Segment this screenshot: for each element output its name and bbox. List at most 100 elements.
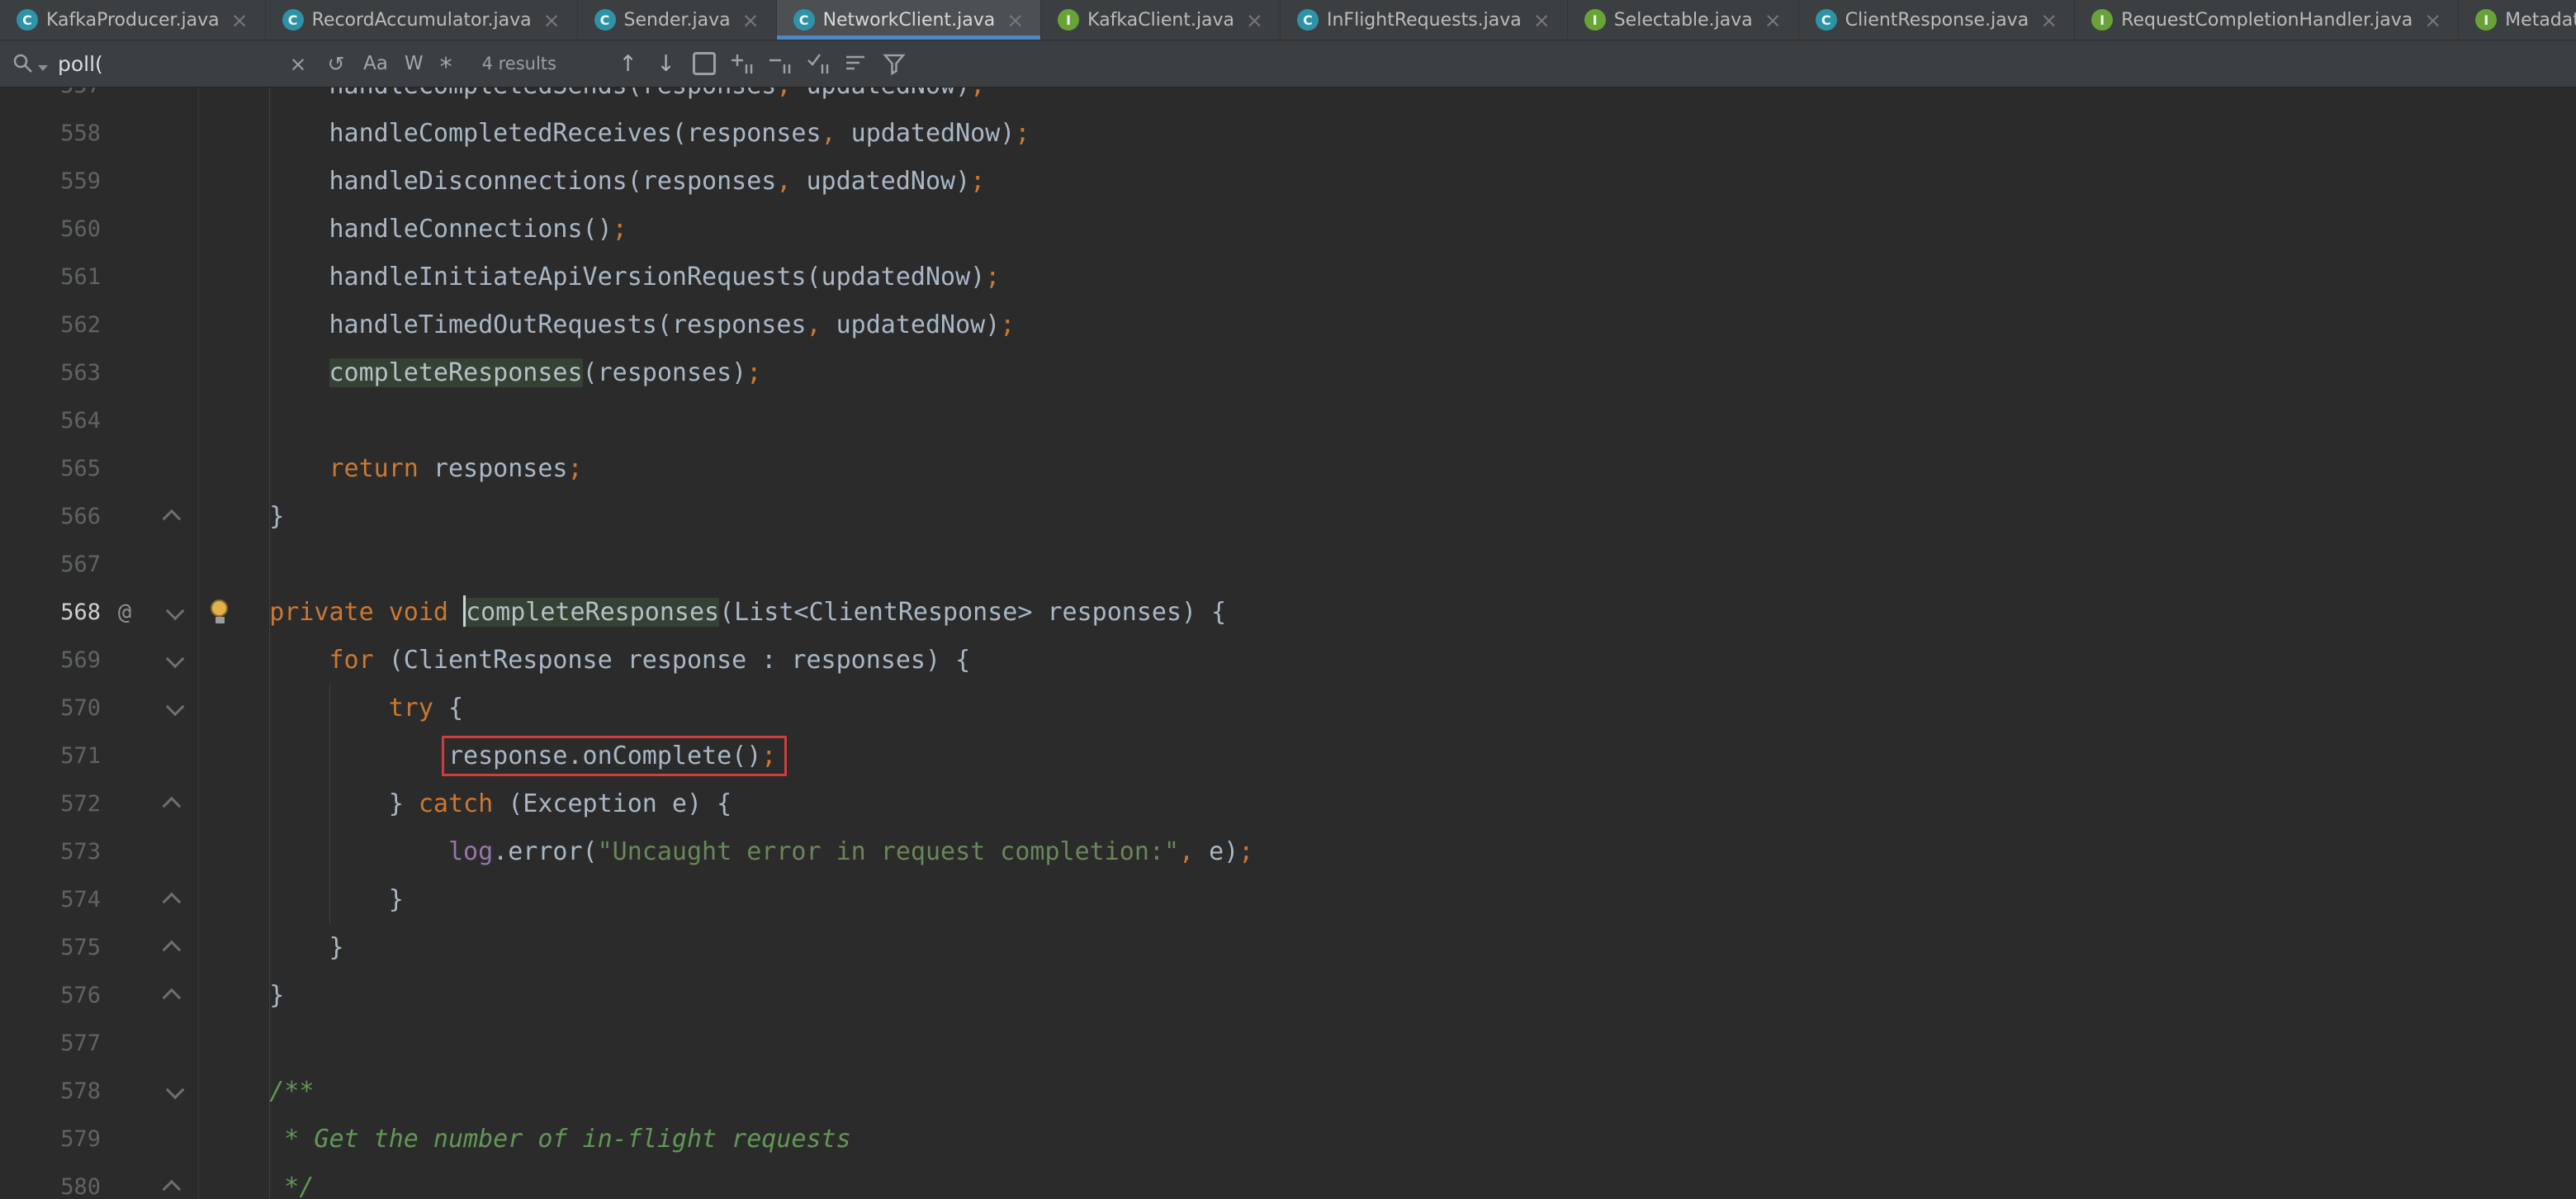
code-line-561[interactable]: 561 handleInitiateApiVersionRequests(upd… [0,254,2576,301]
search-history-icon[interactable]: ↺ [317,45,355,83]
fold-up-icon[interactable] [149,493,198,541]
clear-search-icon[interactable]: × [279,45,317,83]
toggle-occurrences-icon[interactable] [799,45,837,83]
intention-bulb-icon[interactable] [208,599,231,627]
fold-up-icon[interactable] [149,876,198,924]
line-number[interactable]: 559 [0,158,101,206]
code-token: } [210,502,284,531]
line-number[interactable]: 578 [0,1068,101,1116]
line-number[interactable]: 568 [0,589,101,637]
line-number[interactable]: 573 [0,828,101,876]
code-line-563[interactable]: 563 completeResponses(responses); [0,349,2576,397]
code-editor[interactable]: 557 handleCompletedSends(responses, upda… [0,88,2576,1199]
line-number[interactable]: 575 [0,924,101,972]
line-number[interactable]: 565 [0,445,101,493]
code-line-577[interactable]: 577 [0,1020,2576,1068]
fold-down-icon[interactable] [149,685,198,732]
close-tab-icon[interactable]: × [2424,10,2441,31]
line-number[interactable]: 571 [0,732,101,780]
code-line-565[interactable]: 565 return responses; [0,445,2576,493]
close-tab-icon[interactable]: × [1006,10,1024,31]
line-number[interactable]: 562 [0,301,101,349]
code-token [210,454,329,483]
close-tab-icon[interactable]: × [1764,10,1782,31]
line-number[interactable]: 580 [0,1163,101,1199]
tab-MetadataUpdater.java[interactable]: IMetadataUpdater.java× [2459,0,2576,40]
annotation-gutter-icon[interactable]: @ [101,589,149,637]
search-icon[interactable] [12,52,48,75]
next-occurrence-icon[interactable]: ↓ [647,45,685,83]
line-number[interactable]: 572 [0,780,101,828]
fold-up-icon[interactable] [149,972,198,1020]
line-number[interactable]: 566 [0,493,101,541]
close-tab-icon[interactable]: × [1533,10,1551,31]
regex-toggle[interactable]: * [432,46,461,82]
code-line-567[interactable]: 567 [0,541,2576,589]
code-line-560[interactable]: 560 handleConnections(); [0,206,2576,254]
line-number[interactable]: 569 [0,637,101,685]
code-line-574[interactable]: 574 } [0,876,2576,924]
search-display-options-icon[interactable] [837,45,875,83]
add-occurrence-icon[interactable] [723,45,761,83]
code-line-572[interactable]: 572 } catch (Exception e) { [0,780,2576,828]
code-line-569[interactable]: 569 for (ClientResponse response : respo… [0,637,2576,685]
code-line-557[interactable]: 557 handleCompletedSends(responses, upda… [0,88,2576,110]
search-field[interactable]: poll( × [12,45,317,83]
code-line-559[interactable]: 559 handleDisconnections(responses, upda… [0,158,2576,206]
tab-KafkaClient.java[interactable]: IKafkaClient.java× [1041,0,1281,40]
tab-Sender.java[interactable]: CSender.java× [578,0,777,40]
code-line-568[interactable]: 568@ private void completeResponses(List… [0,589,2576,637]
code-token: handleTimedOutRequests(responses [210,310,806,339]
remove-occurrence-icon[interactable] [761,45,799,83]
line-number[interactable]: 577 [0,1020,101,1068]
search-input[interactable]: poll( [48,52,279,76]
line-number[interactable]: 567 [0,541,101,589]
tab-InFlightRequests.java[interactable]: CInFlightRequests.java× [1281,0,1568,40]
whole-words-toggle[interactable]: W [396,53,432,74]
tab-ClientResponse.java[interactable]: CClientResponse.java× [1799,0,2075,40]
code-line-573[interactable]: 573 log.error("Uncaught error in request… [0,828,2576,876]
close-tab-icon[interactable]: × [1246,10,1263,31]
filter-results-icon[interactable] [875,45,913,83]
line-number[interactable]: 576 [0,972,101,1020]
search-options-caret-icon[interactable] [38,65,48,71]
line-number[interactable]: 563 [0,349,101,397]
code-line-562[interactable]: 562 handleTimedOutRequests(responses, up… [0,301,2576,349]
code-line-566[interactable]: 566 } [0,493,2576,541]
close-tab-icon[interactable]: × [543,10,561,31]
close-tab-icon[interactable]: × [231,10,249,31]
line-number[interactable]: 570 [0,685,101,732]
fold-down-icon[interactable] [149,637,198,685]
line-number[interactable]: 558 [0,110,101,158]
line-number[interactable]: 574 [0,876,101,924]
line-number[interactable]: 557 [0,88,101,110]
tab-RecordAccumulator.java[interactable]: CRecordAccumulator.java× [266,0,578,40]
match-case-toggle[interactable]: Aa [355,53,396,74]
tab-RequestCompletionHandler.java[interactable]: IRequestCompletionHandler.java× [2075,0,2459,40]
fold-down-icon[interactable] [149,589,198,637]
code-line-570[interactable]: 570 try { [0,685,2576,732]
fold-up-icon[interactable] [149,924,198,972]
tab-NetworkClient.java[interactable]: CNetworkClient.java× [777,0,1042,40]
code-line-558[interactable]: 558 handleCompletedReceives(responses, u… [0,110,2576,158]
close-tab-icon[interactable]: × [742,10,760,31]
previous-occurrence-icon[interactable]: ↑ [609,45,647,83]
code-line-564[interactable]: 564 [0,397,2576,445]
code-line-571[interactable]: 571 response.onComplete(); [0,732,2576,780]
fold-down-icon[interactable] [149,1068,198,1116]
line-number[interactable]: 561 [0,254,101,301]
close-tab-icon[interactable]: × [2040,10,2057,31]
tab-Selectable.java[interactable]: ISelectable.java× [1568,0,1799,40]
tab-KafkaProducer.java[interactable]: CKafkaProducer.java× [0,0,266,40]
code-line-575[interactable]: 575 } [0,924,2576,972]
select-all-occurrences-icon[interactable] [685,45,723,83]
code-line-576[interactable]: 576 } [0,972,2576,1020]
fold-up-icon[interactable] [149,1163,198,1199]
line-number[interactable]: 560 [0,206,101,254]
code-line-579[interactable]: 579 * Get the number of in-flight reques… [0,1116,2576,1163]
code-line-578[interactable]: 578 /** [0,1068,2576,1116]
code-line-580[interactable]: 580 */ [0,1163,2576,1199]
fold-up-icon[interactable] [149,780,198,828]
line-number[interactable]: 564 [0,397,101,445]
line-number[interactable]: 579 [0,1116,101,1163]
